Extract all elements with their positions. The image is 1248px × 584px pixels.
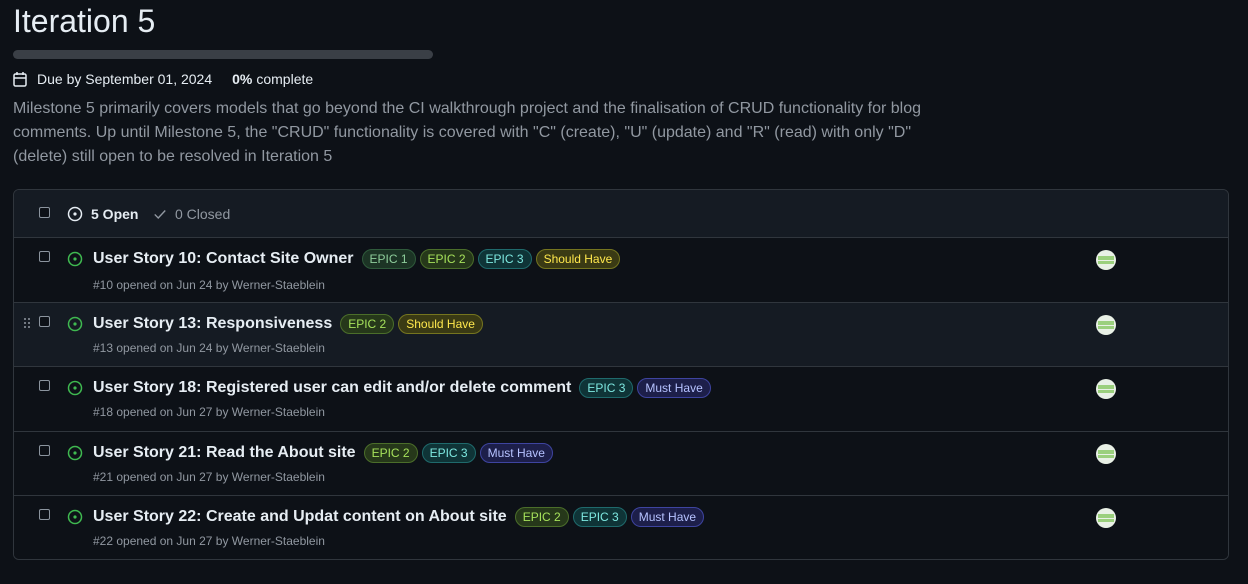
issue-meta: #18 opened on Jun 27 by Werner-Staeblein (93, 405, 325, 419)
issue-label[interactable]: EPIC 2 (514, 507, 569, 527)
issue-list-header: 5 Open 0 Closed (14, 190, 1228, 238)
assignee-avatar[interactable] (1096, 508, 1116, 528)
issue-label[interactable]: EPIC 3 (421, 443, 476, 463)
issue-label[interactable]: Must Have (479, 443, 553, 463)
grabber-icon[interactable] (23, 317, 31, 329)
issue-opened-icon (67, 509, 83, 525)
assignee-avatar[interactable] (1096, 444, 1116, 464)
issue-label[interactable]: EPIC 2 (363, 443, 418, 463)
percent-complete-label: complete (256, 71, 314, 87)
issue-title-line: User Story 22: Create and Updat content … (93, 506, 705, 528)
issue-title-line: User Story 21: Read the About site EPIC 2… (93, 442, 553, 464)
issue-meta: #21 opened on Jun 27 by Werner-Staeblein (93, 470, 325, 484)
issue-label[interactable]: EPIC 2 (419, 249, 474, 269)
issue-label[interactable]: Should Have (398, 314, 483, 334)
issue-row[interactable]: User Story 10: Contact Site Owner EPIC 1E… (14, 238, 1228, 303)
issue-row[interactable]: User Story 13: Responsiveness EPIC 2 Shoul… (14, 303, 1228, 367)
issue-checkbox[interactable] (39, 445, 50, 456)
issue-row[interactable]: User Story 18: Registered user can edit … (14, 367, 1228, 432)
closed-count-label: 0 Closed (175, 206, 231, 222)
issue-title-line: User Story 10: Contact Site Owner EPIC 1E… (93, 248, 621, 270)
issue-row[interactable]: User Story 21: Read the About site EPIC 2… (14, 432, 1228, 496)
calendar-icon (13, 72, 27, 87)
milestone-title: Iteration 5 (13, 3, 156, 39)
issue-label[interactable]: EPIC 2 (340, 314, 395, 334)
issue-opened-icon (67, 206, 83, 222)
pagination (373, 572, 893, 584)
milestone-progress-bar (13, 50, 433, 59)
issue-title-link[interactable]: User Story 21: Read the About site (93, 442, 356, 464)
open-count-label: 5 Open (91, 206, 139, 222)
issue-checkbox[interactable] (39, 380, 50, 391)
issue-rows: User Story 10: Contact Site Owner EPIC 1E… (14, 238, 1228, 559)
issue-meta: #10 opened on Jun 24 by Werner-Staeblein (93, 278, 325, 292)
issue-label[interactable]: Must Have (630, 507, 705, 527)
issue-label[interactable]: EPIC 3 (477, 249, 532, 269)
issue-title-line: User Story 18: Registered user can edit … (93, 377, 711, 399)
percent-complete: 0% (232, 71, 253, 87)
closed-issues-tab[interactable]: 0 Closed (153, 206, 230, 222)
issue-checkbox[interactable] (39, 251, 50, 262)
issue-list: 5 Open 0 Closed User Story 10: Contact S… (13, 189, 1229, 560)
issue-opened-icon (67, 445, 83, 461)
assignee-avatar[interactable] (1096, 250, 1116, 270)
issue-label[interactable]: Must Have (637, 378, 711, 398)
issue-label[interactable]: EPIC 3 (572, 507, 627, 527)
issue-checkbox[interactable] (39, 509, 50, 520)
issue-opened-icon (67, 316, 83, 332)
issue-label[interactable]: EPIC 3 (579, 378, 634, 398)
milestone-meta: Due by September 01, 2024 0% complete (13, 70, 313, 88)
issue-title-link[interactable]: User Story 22: Create and Updat content … (93, 506, 507, 528)
select-all-checkbox[interactable] (39, 207, 50, 218)
issue-label[interactable]: EPIC 1 (361, 249, 416, 269)
issue-opened-icon (67, 251, 83, 267)
issue-row[interactable]: User Story 22: Create and Updat content … (14, 496, 1228, 559)
issue-meta: #13 opened on Jun 24 by Werner-Staeblein (93, 341, 325, 355)
due-date: Due by September 01, 2024 (37, 71, 213, 87)
issue-title-line: User Story 13: Responsiveness EPIC 2 Shoul… (93, 313, 483, 335)
check-icon (154, 210, 166, 219)
issue-label[interactable]: Should Have (535, 249, 621, 269)
issue-checkbox[interactable] (39, 316, 50, 327)
issue-title-link[interactable]: User Story 10: Contact Site Owner (93, 248, 354, 270)
issue-title-link[interactable]: User Story 13: Responsiveness (93, 313, 332, 335)
assignee-avatar[interactable] (1096, 315, 1116, 335)
milestone-description: Milestone 5 primarily covers models that… (13, 100, 922, 165)
open-issues-tab[interactable]: 5 Open (67, 206, 138, 222)
issue-opened-icon (67, 380, 83, 396)
assignee-avatar[interactable] (1096, 379, 1116, 399)
issue-title-link[interactable]: User Story 18: Registered user can edit … (93, 377, 571, 399)
issue-meta: #22 opened on Jun 27 by Werner-Staeblein (93, 534, 325, 548)
